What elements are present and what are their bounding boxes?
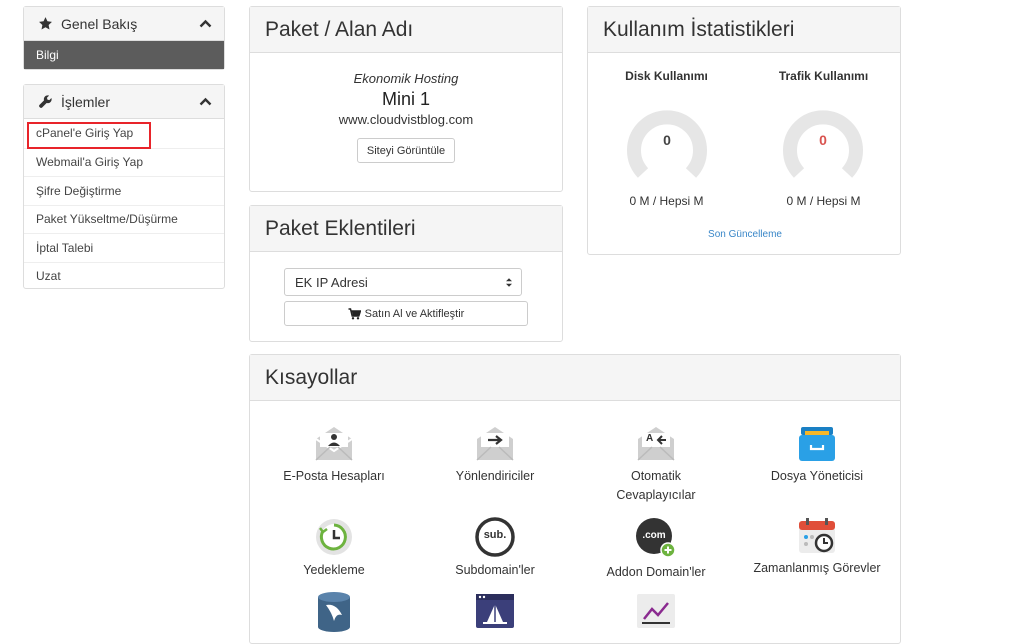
file-manager-icon [737,425,897,463]
overview-panel-header[interactable]: Genel Bakış [24,7,224,41]
shortcut-addon-domains[interactable]: .com Addon Domain'ler [576,517,736,582]
disk-usage-label: Disk Kullanımı [625,69,708,83]
sidebar-item-info[interactable]: Bilgi [24,41,224,69]
sidebar-item-webmail-login[interactable]: Webmail'a Giriş Yap [24,147,224,177]
shortcut-label: Yönlendiriciler [455,469,535,483]
backup-icon [254,517,414,557]
shortcut-website-builder[interactable] [415,593,575,633]
shortcut-label: E-Posta Hesapları [283,469,385,483]
sidebar-item-renew[interactable]: Uzat [24,261,224,291]
addon-domains-icon: .com [635,517,677,559]
dotcom-glyph: .com [642,530,666,541]
chevron-up-icon[interactable] [199,19,212,28]
disk-usage-gauge: 0 [627,104,707,189]
shortcut-cron-jobs[interactable]: Zamanlanmış Görevler [737,517,897,578]
shortcuts-panel-title: Kısayollar [250,355,900,401]
actions-panel: İşlemler cPanel'e Giriş Yap Webmail'a Gi… [23,84,225,289]
traffic-usage-gauge: 0 [783,104,863,189]
chevron-up-icon[interactable] [199,97,212,106]
view-site-button[interactable]: Siteyi Görüntüle [357,138,455,163]
shopping-cart-icon [348,307,361,320]
shortcut-forwarders[interactable]: Yönlendiriciler [415,425,575,486]
shortcut-email-accounts[interactable]: E-Posta Hesapları [254,425,414,486]
addons-panel-title: Paket Eklentileri [250,206,562,252]
usage-panel-title: Kullanım İstatistikleri [588,7,900,53]
buy-activate-button[interactable]: Satın Al ve Aktifleştir [284,301,528,326]
email-accounts-icon [254,425,414,463]
disk-usage-value: 0 [663,132,671,148]
shortcut-label: Subdomain'ler [455,563,535,577]
shortcut-autoresponders[interactable]: A Otomatik Cevaplayıcılar [576,425,736,505]
subdomain-glyph: sub. [483,529,507,541]
addon-select-value: EK IP Adresi [295,274,368,290]
autoresponders-icon: A [636,425,676,463]
shortcut-label: Dosya Yöneticisi [770,469,864,483]
mysql-databases-icon [254,591,414,633]
shortcut-backup[interactable]: Yedekleme [254,517,414,580]
sidebar-item-cancel-request[interactable]: İptal Talebi [24,233,224,262]
usage-panel: Kullanım İstatistikleri Disk Kullanımı 0… [587,6,901,255]
shortcut-label: Otomatik Cevaplayıcılar [616,469,696,502]
website-builder-icon [415,593,575,629]
plan-name: Mini 1 [381,89,430,109]
package-panel-title: Paket / Alan Adı [250,7,562,53]
addon-select[interactable]: EK IP Adresi [284,268,522,296]
addons-panel: Paket Eklentileri EK IP Adresi Satın Al … [249,205,563,342]
shortcut-file-manager[interactable]: Dosya Yöneticisi [737,425,897,486]
sidebar-item-upgrade-downgrade[interactable]: Paket Yükseltme/Düşürme [24,204,224,234]
shortcuts-panel: Kısayollar E-Posta Hesapları Yönlendiric… [249,354,901,644]
domain-name: www.cloudvistblog.com [338,112,474,127]
sidebar-item-change-password[interactable]: Şifre Değiştirme [24,176,224,205]
last-update-link[interactable]: Son Güncelleme [708,229,782,240]
shortcut-subdomains[interactable]: sub. Subdomain'ler [415,517,575,580]
shortcut-statistics[interactable] [576,593,736,633]
subdomains-icon: sub. [475,517,515,557]
shortcut-label: Addon Domain'ler [606,565,706,579]
traffic-usage-value: 0 [819,132,827,148]
shortcut-mysql-databases[interactable] [254,591,414,637]
shortcut-label: Zamanlanmış Görevler [753,561,881,575]
statistics-icon [576,593,736,629]
select-arrows-icon [505,277,513,288]
actions-panel-header[interactable]: İşlemler [24,85,224,119]
autoresponder-letter: A [646,433,654,444]
traffic-usage-label: Trafik Kullanımı [778,69,869,83]
traffic-usage-detail: 0 M / Hepsi M [786,194,861,208]
overview-panel-title: Genel Bakış [61,15,138,32]
overview-panel: Genel Bakış Bilgi [23,6,225,70]
star-icon [38,16,54,31]
plan-group: Ekonomik Hosting [353,71,459,86]
buy-activate-label: Satın Al ve Aktifleştir [364,307,465,320]
package-panel: Paket / Alan Adı Ekonomik Hosting Mini 1… [249,6,563,192]
shortcut-label: Yedekleme [303,563,365,577]
actions-panel-title: İşlemler [61,93,111,110]
forwarders-icon [415,425,575,463]
wrench-icon [38,94,54,109]
highlight-box [27,122,151,149]
cron-jobs-icon [737,517,897,555]
disk-usage-detail: 0 M / Hepsi M [629,194,704,208]
